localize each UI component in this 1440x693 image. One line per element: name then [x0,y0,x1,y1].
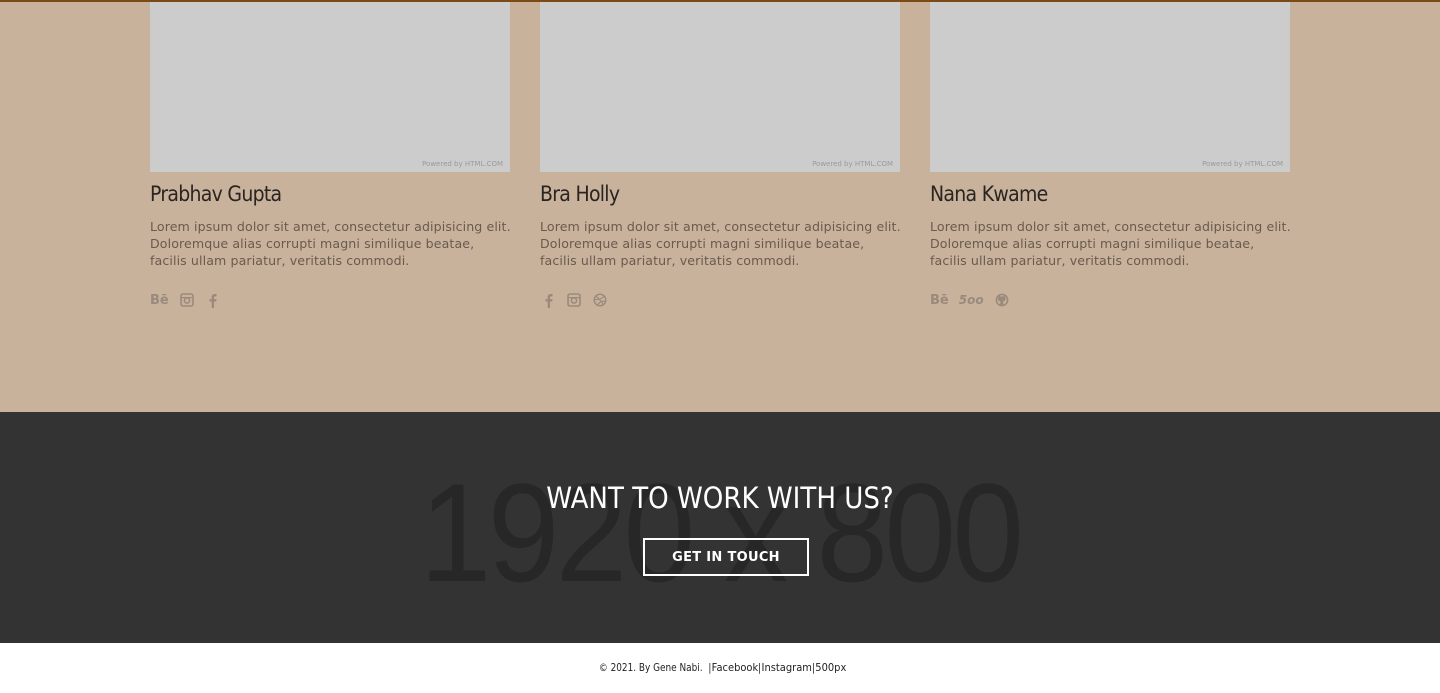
instagram-icon[interactable] [179,291,195,309]
photo-credit: Powered by HTML.COM [422,160,503,168]
footer-line: © 2021. By Gene Nabi. | Facebook | Insta… [593,643,846,693]
member-description: Lorem ipsum dolor sit amet, consectetur … [930,219,1291,268]
photo-credit: Powered by HTML.COM [812,160,893,168]
team-section: Powered by HTML.COM Prabhav Gupta Lorem … [0,2,1440,412]
behance-icon[interactable]: Bē [150,291,169,309]
footer-link-500px[interactable]: 500px [816,661,847,674]
member-socials: Bē [150,291,221,309]
member-name: Bra Holly [540,182,620,206]
member-socials: Bē 5oo [930,291,1010,309]
cta-background-placeholder-text: 1920 x 800 [419,454,1024,611]
photo-credit: Powered by HTML.COM [1202,160,1283,168]
cta-section: 1920 x 800 WANT TO WORK WITH US? GET IN … [0,412,1440,643]
get-in-touch-button[interactable]: GET IN TOUCH [643,538,809,576]
footer-separator: | [708,661,712,674]
member-photo-placeholder: Powered by HTML.COM [930,2,1290,172]
member-name: Nana Kwame [930,182,1048,206]
member-name: Prabhav Gupta [150,182,282,206]
team-card: Powered by HTML.COM Bra Holly Lorem ipsu… [540,2,901,308]
footer-separator: | [812,661,816,674]
member-photo-placeholder: Powered by HTML.COM [150,2,510,172]
member-photo-placeholder: Powered by HTML.COM [540,2,900,172]
member-socials [540,291,608,309]
500px-icon[interactable]: 5oo [959,291,984,309]
facebook-icon[interactable] [540,291,556,309]
cta-title: WANT TO WORK WITH US? [546,481,894,515]
footer-link-instagram[interactable]: Instagram [762,661,812,674]
team-card: Powered by HTML.COM Prabhav Gupta Lorem … [150,2,511,308]
instagram-icon[interactable] [566,291,582,309]
facebook-icon[interactable] [205,291,221,309]
member-description: Lorem ipsum dolor sit amet, consectetur … [540,219,901,268]
member-description: Lorem ipsum dolor sit amet, consectetur … [150,219,511,268]
footer-link-facebook[interactable]: Facebook [712,661,759,674]
team-card: Powered by HTML.COM Nana Kwame Lorem ips… [930,2,1291,308]
behance-icon[interactable]: Bē [930,291,949,309]
footer: © 2021. By Gene Nabi. | Facebook | Insta… [0,643,1440,693]
dribbble-icon[interactable] [592,291,608,309]
footer-copyright: © 2021. By Gene Nabi. [599,661,703,674]
github-icon[interactable] [994,291,1010,309]
